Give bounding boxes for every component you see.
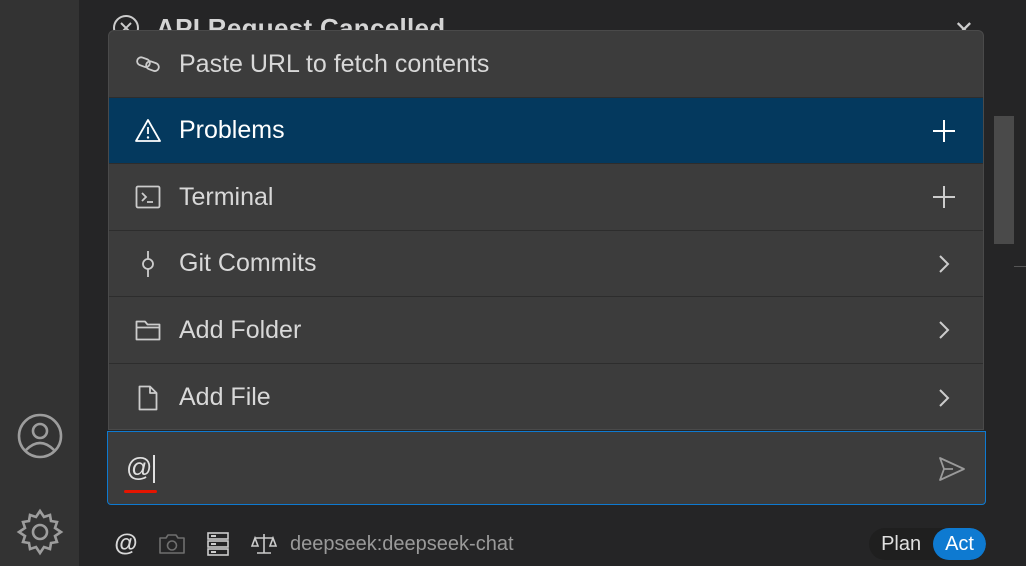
activity-bar [0, 0, 79, 566]
settings-button[interactable] [0, 506, 79, 558]
api-provider-button[interactable] [246, 526, 282, 562]
menu-item-paste-url[interactable]: Paste URL to fetch contents [109, 31, 983, 98]
chat-toolbar: @ deepseek:deepseek-chat Plan Act [108, 522, 986, 566]
chat-input-text[interactable]: @ [126, 452, 155, 484]
send-button[interactable] [937, 454, 967, 484]
terminal-icon [134, 183, 162, 211]
menu-item-add-file[interactable]: Add File [109, 364, 983, 429]
context-mention-menu: Paste URL to fetch contents Problems Ter… [108, 30, 984, 430]
warning-icon [134, 117, 162, 145]
menu-item-label: Git Commits [179, 249, 317, 277]
menu-item-add-folder[interactable]: Add Folder [109, 297, 983, 364]
camera-button[interactable] [154, 526, 190, 562]
chat-input[interactable]: @ [107, 431, 986, 505]
file-icon [134, 384, 162, 412]
plan-mode-button[interactable]: Plan [869, 528, 933, 560]
mcp-servers-button[interactable] [200, 526, 236, 562]
menu-item-problems[interactable]: Problems [109, 98, 983, 164]
send-icon [939, 457, 965, 481]
menu-item-terminal[interactable]: Terminal [109, 164, 983, 231]
menu-item-label: Terminal [179, 182, 274, 211]
plus-icon[interactable] [929, 182, 959, 212]
menu-item-label: Add File [179, 383, 271, 411]
server-icon [207, 532, 229, 556]
act-mode-button[interactable]: Act [933, 528, 986, 560]
chevron-right-icon[interactable] [929, 315, 959, 345]
chevron-right-icon[interactable] [929, 383, 959, 413]
scale-icon [251, 534, 277, 554]
scrollbar-thumb[interactable] [994, 116, 1014, 244]
divider [1014, 266, 1026, 267]
menu-item-label: Paste URL to fetch contents [179, 49, 490, 78]
gear-icon [16, 508, 63, 556]
spell-error-squiggle [124, 490, 157, 493]
mention-button[interactable]: @ [108, 526, 144, 562]
plus-icon[interactable] [929, 116, 959, 146]
account-icon [17, 413, 62, 459]
menu-item-label: Problems [179, 116, 285, 144]
folder-icon [134, 316, 162, 344]
at-icon: @ [114, 530, 138, 557]
menu-item-label: Add Folder [179, 315, 302, 344]
menu-item-git-commits[interactable]: Git Commits [109, 231, 983, 297]
camera-icon [159, 534, 185, 554]
plan-act-toggle[interactable]: Plan Act [869, 528, 986, 560]
git-commit-icon [134, 250, 162, 278]
model-selector[interactable]: deepseek:deepseek-chat [290, 533, 514, 556]
account-button[interactable] [0, 410, 79, 462]
link-icon [134, 50, 162, 78]
chevron-right-icon[interactable] [929, 249, 959, 279]
